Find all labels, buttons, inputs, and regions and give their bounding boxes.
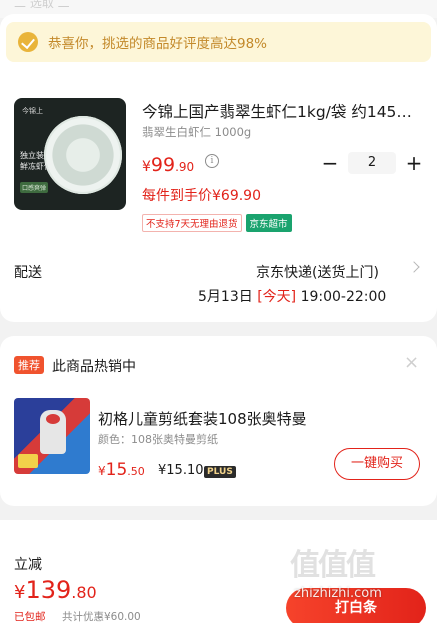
- recommend-price: ¥ 15 .50: [98, 460, 145, 480]
- shipping-today: [今天]: [257, 289, 297, 305]
- total-decimal: .80: [71, 583, 97, 602]
- shipping-method[interactable]: 京东快递(送货上门): [256, 262, 379, 282]
- price-currency: ¥: [142, 159, 151, 175]
- total-currency: ¥: [14, 582, 26, 603]
- decrease-quantity-button[interactable]: −: [320, 153, 340, 173]
- price-info-icon[interactable]: i: [205, 154, 219, 168]
- recommend-price-currency: ¥: [98, 464, 106, 478]
- store-badge: 京东超市: [245, 214, 292, 232]
- chevron-right-icon[interactable]: [408, 261, 420, 273]
- per-item-price: 每件到手价¥69.90: [142, 188, 261, 204]
- recommend-plus-price: ¥15.10: [158, 463, 204, 478]
- product-image[interactable]: 今锦上 独立装 鲜冻虾仁 口感爽弹: [14, 98, 126, 210]
- total-discount-text: 共计优惠¥60.00: [62, 611, 141, 623]
- quantity-stepper: − 2 +: [320, 152, 424, 174]
- shipping-time[interactable]: 5月13日 [今天] 19:00-22:00: [198, 286, 386, 306]
- recommend-card: 推荐 此商品热销中 × 初格儿童剪纸套装108张奥特曼 颜色：108张奥特曼剪纸…: [0, 336, 437, 506]
- checkout-bar: 立减 ¥ 139 .80 已包邮 共计优惠¥60.00 打白条: [0, 520, 437, 623]
- plus-badge: PLUS: [204, 466, 236, 478]
- total-integer: 139: [25, 576, 72, 604]
- product-price: ¥ 99 .90: [142, 154, 194, 176]
- product-badges: 不支持7天无理由退货 京东超市: [142, 214, 292, 232]
- price-decimal: .90: [175, 160, 195, 174]
- product-image-brand: 今锦上: [22, 107, 43, 115]
- recommend-product-name[interactable]: 初格儿童剪纸套装108张奥特曼: [98, 408, 307, 429]
- recommend-price-integer: 15: [105, 460, 128, 480]
- total-price: ¥ 139 .80: [14, 576, 97, 604]
- discount-label: 立减: [14, 557, 42, 573]
- rating-banner: 恭喜你，挑选的商品好评度高达98%: [6, 22, 431, 62]
- rating-banner-text: 恭喜你，挑选的商品好评度高达98%: [48, 36, 268, 52]
- free-shipping-text: 已包邮: [14, 611, 46, 623]
- recommend-title: 此商品热销中: [52, 359, 136, 375]
- recommend-price-decimal: .50: [127, 465, 145, 478]
- price-integer: 99: [150, 154, 176, 176]
- shipping-date: 5月13日: [198, 289, 253, 305]
- close-icon[interactable]: ×: [404, 352, 419, 373]
- product-image-badge: 口感爽弹: [20, 182, 49, 193]
- one-click-buy-button[interactable]: 一键购买: [334, 448, 420, 480]
- recommend-product-image[interactable]: [14, 398, 90, 474]
- recommend-product-color: 颜色：108张奥特曼剪纸: [98, 433, 218, 446]
- shipping-window: 19:00-22:00: [300, 289, 387, 305]
- product-image-tag: 独立装 鲜冻虾仁: [20, 151, 52, 171]
- increase-quantity-button[interactable]: +: [404, 153, 424, 173]
- medal-icon: [18, 32, 38, 52]
- product-spec[interactable]: 翡翠生白虾仁 1000g: [142, 124, 251, 140]
- paper-pack-graphic: [18, 454, 38, 468]
- product-title[interactable]: 今锦上国产翡翠生虾仁1kg/袋 约145…: [142, 100, 424, 122]
- hero-figure-graphic: [40, 410, 66, 454]
- shipping-label: 配送: [14, 265, 42, 281]
- recommend-tag: 推荐: [14, 356, 44, 374]
- top-bar-text: 二 选取 二: [14, 0, 70, 10]
- product-card: 恭喜你，挑选的商品好评度高达98% 今锦上 独立装 鲜冻虾仁 口感爽弹 今锦上国…: [0, 14, 437, 322]
- checkout-button[interactable]: 打白条: [286, 588, 426, 623]
- no-return-badge: 不支持7天无理由退货: [142, 214, 242, 232]
- quantity-input[interactable]: 2: [348, 152, 396, 174]
- shrimp-plate-graphic: [44, 116, 122, 194]
